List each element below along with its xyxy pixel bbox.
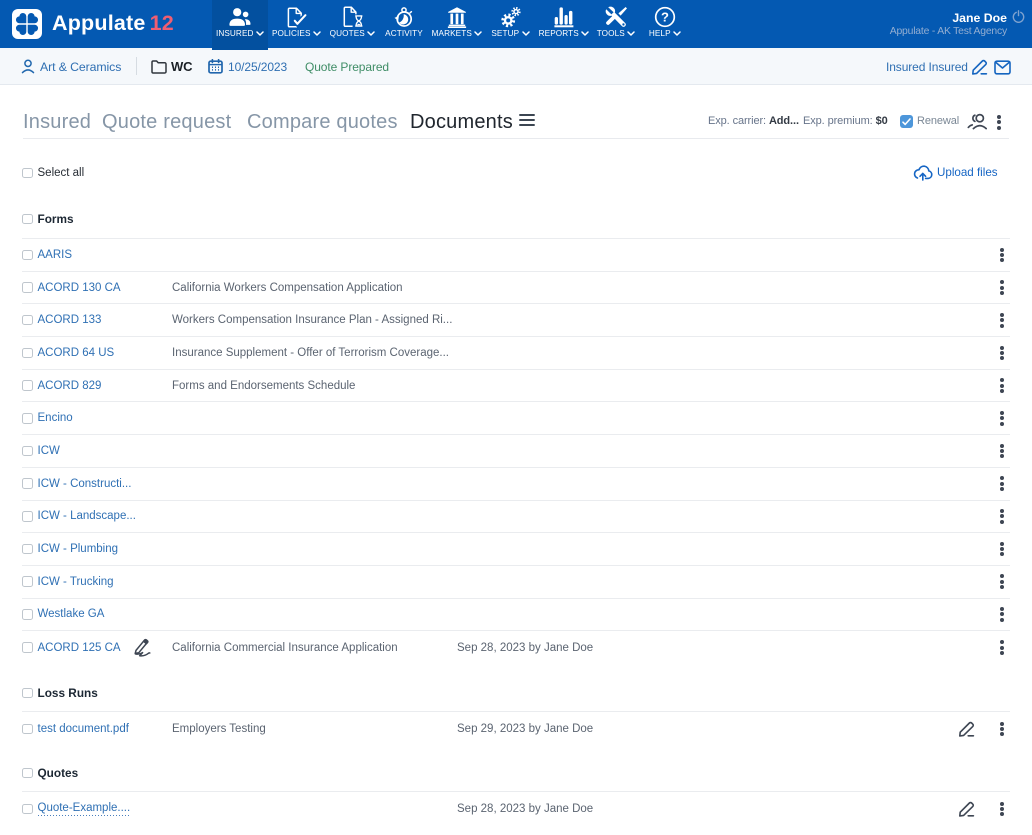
- svg-text:?: ?: [661, 10, 669, 25]
